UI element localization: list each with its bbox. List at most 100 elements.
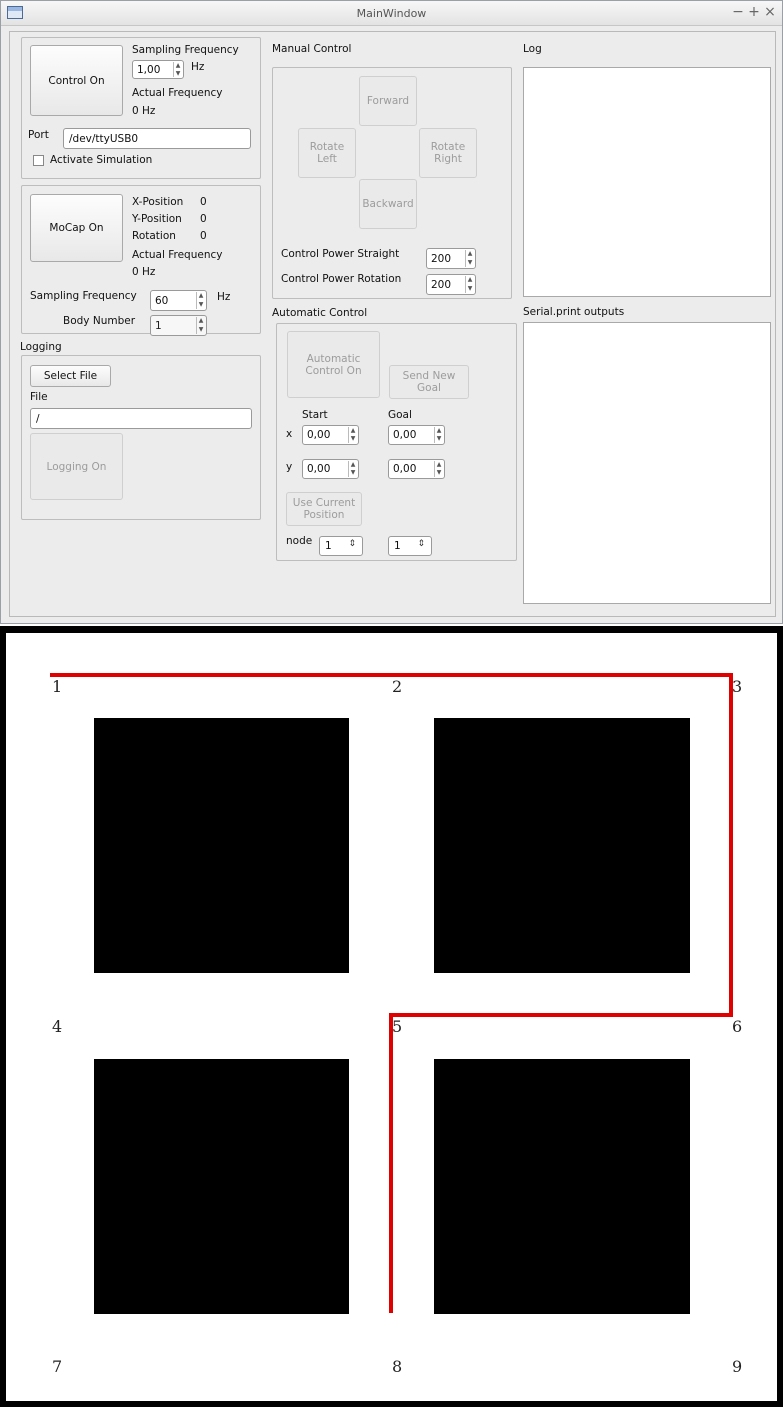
node-label-6: 6 [732,1017,743,1036]
node-label-3: 3 [732,677,743,696]
node-label: node [286,535,313,547]
y-position-label: Y-Position [132,213,182,225]
automatic-control-on-button[interactable]: Automatic Control On [287,331,380,398]
goal-x-spinbox[interactable]: 0,00 ▲ ▼ [388,425,445,445]
power-rotation-value: 200 [431,278,452,291]
activate-simulation-checkbox[interactable] [33,155,44,166]
node-label-2: 2 [392,677,403,696]
serial-title: Serial.print outputs [523,306,625,318]
node-label-7: 7 [52,1357,63,1376]
maximize-button[interactable]: + [747,4,761,20]
port-label: Port [28,129,49,141]
spin-arrows-icon[interactable]: ▲ ▼ [434,461,443,477]
map-view: 1 2 3 4 5 6 7 8 9 [0,626,783,1407]
window-title: MainWindow [356,7,427,20]
automatic-control-title: Automatic Control [272,307,368,319]
map-block [434,1059,690,1314]
power-rotation-spinbox[interactable]: 200 ▲ ▼ [426,274,476,295]
up-down-chevron-icon: ⇕ [417,539,425,549]
power-straight-spinbox[interactable]: 200 ▲ ▼ [426,248,476,269]
spin-arrows-icon[interactable]: ▲ ▼ [465,250,474,267]
start-y-spinbox[interactable]: 0,00 ▲ ▼ [302,459,359,479]
use-current-position-button[interactable]: Use Current Position [286,492,362,526]
node-label-1: 1 [52,677,63,696]
port-input[interactable]: /dev/ttyUSB0 [63,128,251,149]
spin-arrows-icon[interactable]: ▲ ▼ [173,62,182,77]
sampling-frequency-unit: Hz [191,61,205,73]
start-x-value: 0,00 [307,429,331,441]
sampling-frequency-label: Sampling Frequency [132,44,239,56]
control-on-button[interactable]: Control On [30,45,123,116]
mocap-on-button[interactable]: MoCap On [30,194,123,262]
close-button[interactable]: × [763,4,777,20]
node-goal-combobox[interactable]: 1 ⇕ [388,536,432,556]
node-label-9: 9 [732,1357,743,1376]
y-label: y [286,461,293,473]
logging-title: Logging [20,341,62,353]
goal-x-value: 0,00 [393,429,417,441]
rotate-right-button[interactable]: Rotate Right [419,128,477,178]
spin-arrows-icon[interactable]: ▲ ▼ [196,317,205,334]
log-title: Log [523,43,542,55]
goal-y-value: 0,00 [393,463,417,475]
body-number-value: 1 [155,319,162,332]
power-straight-label: Control Power Straight [281,248,400,260]
goal-y-spinbox[interactable]: 0,00 ▲ ▼ [388,459,445,479]
rotate-left-button[interactable]: Rotate Left [298,128,356,178]
mocap-actual-frequency-label: Actual Frequency [132,249,223,261]
activate-simulation-label: Activate Simulation [50,154,153,166]
title-bar[interactable]: MainWindow − + × [1,1,782,26]
node-start-value: 1 [325,540,332,552]
central-widget: Control On Sampling Frequency 1,00 ▲ ▼ Hz… [9,31,776,617]
manual-control-title: Manual Control [272,43,352,55]
map-block [94,1059,349,1314]
node-start-combobox[interactable]: 1 ⇕ [319,536,363,556]
mocap-sampling-frequency-unit: Hz [217,291,231,303]
up-down-chevron-icon: ⇕ [348,539,356,549]
body-number-spinbox[interactable]: 1 ▲ ▼ [150,315,207,336]
goal-label: Goal [388,409,412,421]
node-goal-value: 1 [394,540,401,552]
y-position-value: 0 [200,213,207,225]
serial-output-textarea[interactable] [523,322,771,604]
send-new-goal-button[interactable]: Send New Goal [389,365,469,399]
select-file-button[interactable]: Select File [30,365,111,387]
main-window: MainWindow − + × Control On Sampling Fre… [0,0,783,624]
rotation-label: Rotation [132,230,176,242]
spin-arrows-icon[interactable]: ▲ ▼ [465,276,474,293]
actual-frequency-label: Actual Frequency [132,87,223,99]
power-rotation-label: Control Power Rotation [281,273,402,285]
start-x-spinbox[interactable]: 0,00 ▲ ▼ [302,425,359,445]
file-path-input[interactable]: / [30,408,252,429]
node-label-8: 8 [392,1357,403,1376]
sampling-frequency-value: 1,00 [137,63,161,76]
rotation-value: 0 [200,230,207,242]
map-canvas: 1 2 3 4 5 6 7 8 9 [6,633,777,1401]
sampling-frequency-spinbox[interactable]: 1,00 ▲ ▼ [132,60,184,79]
power-straight-value: 200 [431,252,452,265]
node-label-4: 4 [52,1017,63,1036]
mocap-actual-frequency-value: 0 Hz [132,266,156,278]
start-y-value: 0,00 [307,463,331,475]
x-label: x [286,428,293,440]
actual-frequency-value: 0 Hz [132,105,156,117]
mocap-sampling-frequency-spinbox[interactable]: 60 ▲ ▼ [150,290,207,311]
mocap-sampling-frequency-label: Sampling Frequency [30,290,137,302]
backward-button[interactable]: Backward [359,179,417,229]
spin-arrows-icon[interactable]: ▲ ▼ [434,427,443,443]
spin-arrows-icon[interactable]: ▲ ▼ [348,461,357,477]
x-position-label: X-Position [132,196,184,208]
start-label: Start [302,409,328,421]
logging-on-button[interactable]: Logging On [30,433,123,500]
mocap-sampling-frequency-value: 60 [155,294,169,307]
x-position-value: 0 [200,196,207,208]
forward-button[interactable]: Forward [359,76,417,126]
map-block [94,718,349,973]
log-textarea[interactable] [523,67,771,297]
body-number-label: Body Number [63,315,136,327]
node-label-5: 5 [392,1017,403,1036]
map-block [434,718,690,973]
minimize-button[interactable]: − [731,4,745,20]
spin-arrows-icon[interactable]: ▲ ▼ [348,427,357,443]
spin-arrows-icon[interactable]: ▲ ▼ [196,292,205,309]
